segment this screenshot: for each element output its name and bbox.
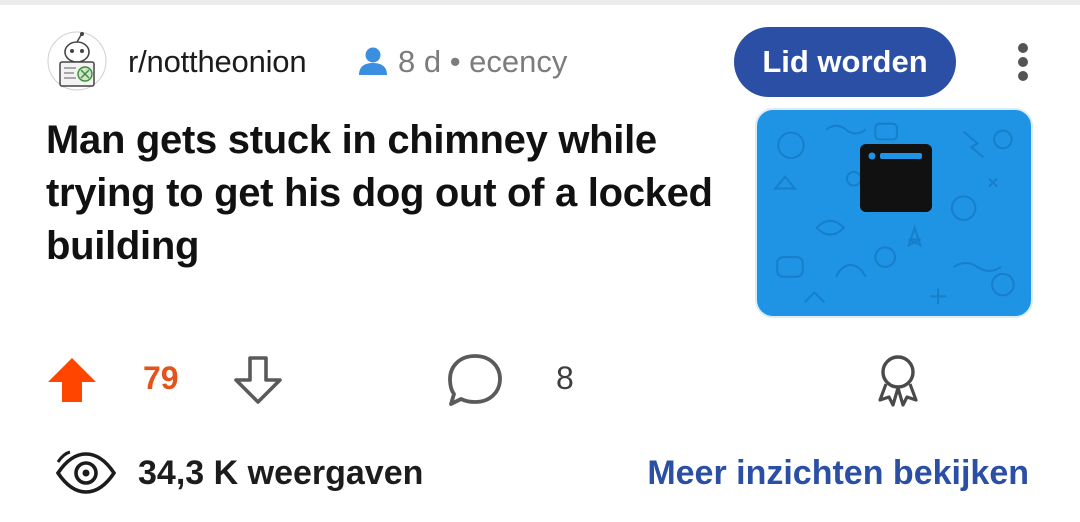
post-title[interactable]: Man gets stuck in chimney while trying t…	[46, 114, 726, 273]
vote-score: 79	[143, 360, 179, 396]
join-button[interactable]: Lid worden	[734, 27, 956, 97]
downvote-arrow-icon[interactable]	[230, 354, 286, 406]
user-icon	[359, 47, 387, 75]
subreddit-avatar-icon[interactable]	[46, 30, 108, 92]
link-thumbnail[interactable]	[755, 108, 1033, 318]
thumbnail-pattern	[773, 122, 1015, 305]
view-count: 34,3 K weergaven	[138, 454, 424, 492]
eye-icon	[55, 450, 117, 494]
views-row: 34,3 K weergaven Meer inzichten bekijken	[0, 440, 1080, 510]
top-divider	[0, 0, 1080, 5]
action-bar: 79 8	[0, 340, 1080, 420]
award-icon[interactable]	[874, 352, 922, 408]
comment-bubble-icon[interactable]	[446, 352, 504, 408]
upvote-arrow-icon[interactable]	[46, 356, 98, 404]
comment-count: 8	[556, 360, 574, 396]
more-options-icon[interactable]	[1010, 40, 1036, 84]
subreddit-name[interactable]: r/nottheonion	[128, 44, 307, 80]
insights-link[interactable]: Meer inzichten bekijken	[647, 454, 1029, 493]
link-thumbnail-icon	[860, 144, 932, 212]
post-meta: 8 d • ecency	[398, 44, 568, 79]
